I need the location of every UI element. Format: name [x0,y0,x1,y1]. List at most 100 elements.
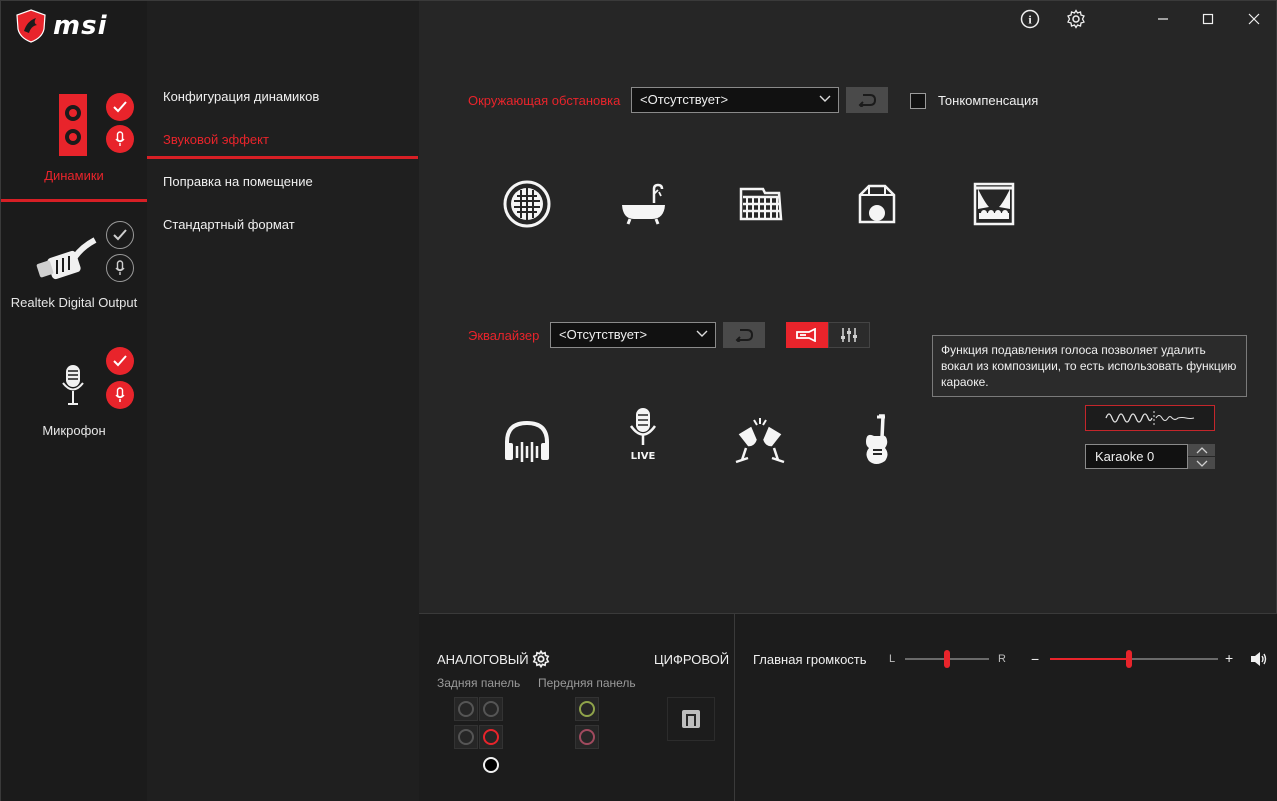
settings-menu: Конфигурация динамиков Звуковой эффект П… [147,1,419,801]
volume-minus-label[interactable]: − [1031,651,1039,667]
rear-jack-gray[interactable] [454,697,478,721]
equalizer-mode-toggle[interactable] [828,322,870,348]
karaoke-tooltip: Функция подавления голоса позволяет удал… [932,335,1247,397]
speaker-volume-icon [1251,652,1267,666]
environment-reset-button[interactable] [846,87,888,113]
toast-icon[interactable] [730,411,790,471]
mute-button[interactable] [1250,651,1268,670]
menu-active-indicator [147,156,418,159]
front-panel-label: Передняя панель [538,676,636,690]
environment-selected-value: <Отсутствует> [640,92,729,107]
msi-logo: msi [15,9,107,43]
default-comm-mic-icon[interactable] [106,381,134,409]
default-device-check-icon[interactable] [106,93,134,121]
default-device-check-icon[interactable] [106,221,134,249]
rear-jack-black[interactable] [479,753,503,777]
rear-jack-gray[interactable] [454,725,478,749]
volume-panel: Главная громкость L R − + [735,613,1277,801]
digital-title: ЦИФРОВОЙ [654,652,730,667]
balance-slider-thumb[interactable] [944,650,950,668]
info-button[interactable]: i [1018,7,1042,31]
volume-slider-thumb[interactable] [1125,650,1132,668]
menu-item-speaker-config[interactable]: Конфигурация динамиков [163,89,319,104]
reset-icon [735,329,754,342]
connector-panel: АНАЛОГОВЫЙ ЦИФРОВОЙ Задняя панель Передн… [419,613,735,801]
rear-jack-gray[interactable] [479,697,503,721]
live-mic-icon[interactable]: LIVE [613,405,673,465]
karaoke-decrement-button[interactable] [1188,457,1215,469]
rear-jack-red[interactable] [479,725,503,749]
chevron-down-icon [1196,460,1207,467]
dragon-shield-icon [16,9,46,43]
front-jack-pink[interactable] [575,725,599,749]
balance-right-label: R [998,653,1006,665]
svg-text:i: i [1028,13,1032,27]
optical-port-icon [682,710,700,728]
device-microphone[interactable]: Микрофон [1,344,147,444]
equalizer-reset-button[interactable] [723,322,765,348]
svg-text:LIVE: LIVE [631,451,656,462]
settings-button[interactable] [1064,7,1088,31]
menu-item-room-correction[interactable]: Поправка на помещение [163,174,313,189]
equalizer-select[interactable]: <Отсутствует> [550,322,716,348]
equalizer-selected-value: <Отсутствует> [559,327,648,342]
default-device-check-icon[interactable] [106,347,134,375]
gear-icon [532,649,550,669]
chevron-up-icon [1196,446,1207,453]
optical-cable-icon [36,237,97,280]
stadium-icon[interactable] [497,174,557,234]
waveform-icon [1105,411,1195,425]
reset-icon [858,94,877,107]
default-comm-mic-icon[interactable] [106,125,134,153]
menu-item-sound-effects[interactable]: Звуковой эффект [163,132,269,147]
room-icon[interactable] [847,174,907,234]
microphone-icon [62,365,84,405]
karaoke-level-field[interactable]: Karaoke 0 [1085,444,1188,469]
default-comm-mic-icon[interactable] [106,254,134,282]
bathtub-icon[interactable] [613,174,673,234]
main-volume-title: Главная громкость [753,652,867,667]
device-digital-output[interactable]: Realtek Digital Output [1,216,147,316]
maximize-button[interactable] [1196,7,1220,31]
device-label-microphone: Микрофон [42,423,106,438]
chevron-down-icon [819,95,831,102]
equalizer-label: Эквалайзер [468,328,540,343]
minimize-icon [1158,18,1168,20]
menu-item-default-format[interactable]: Стандартный формат [163,217,295,232]
environment-label: Окружающая обстановка [468,93,621,108]
close-button[interactable] [1242,7,1266,31]
balance-left-label: L [889,653,896,665]
analog-title: АНАЛОГОВЫЙ [437,652,529,667]
analog-settings-button[interactable] [532,649,550,671]
equalizer-sliders-icon [841,328,857,342]
front-jack-green[interactable] [575,697,599,721]
rear-panel-label: Задняя панель [437,676,521,690]
theater-icon[interactable] [964,174,1024,234]
arena-icon[interactable] [730,174,790,234]
info-icon: i [1020,9,1040,29]
loudness-label: Тонкомпенсация [938,93,1039,108]
gear-icon [1067,9,1085,29]
close-icon [1248,13,1260,25]
device-speakers[interactable]: Динамики [1,86,147,201]
maximize-icon [1202,13,1214,25]
speaker-icon [59,94,87,156]
headphones-icon[interactable] [497,411,557,471]
device-sidebar: msi Динамики Realtek Digital Output Микр… [1,1,147,801]
loudness-checkbox[interactable] [910,93,926,109]
audio-console-window: msi Динамики Realtek Digital Output Микр… [0,0,1277,801]
volume-slider-fill [1050,658,1129,660]
logo-text: msi [53,11,108,41]
chevron-down-icon [696,330,708,337]
minimize-button[interactable] [1151,7,1175,31]
digital-optical-port[interactable] [667,697,715,741]
volume-plus-label[interactable]: + [1225,650,1233,666]
vocal-cancel-icon [796,328,816,342]
karaoke-waveform-button[interactable] [1085,405,1215,431]
device-label-speakers: Динамики [44,168,104,183]
environment-select[interactable]: <Отсутствует> [631,87,839,113]
karaoke-mode-toggle[interactable] [786,322,828,348]
device-label-digital-output: Realtek Digital Output [10,295,138,310]
karaoke-increment-button[interactable] [1188,444,1215,456]
guitar-icon[interactable] [847,411,907,471]
